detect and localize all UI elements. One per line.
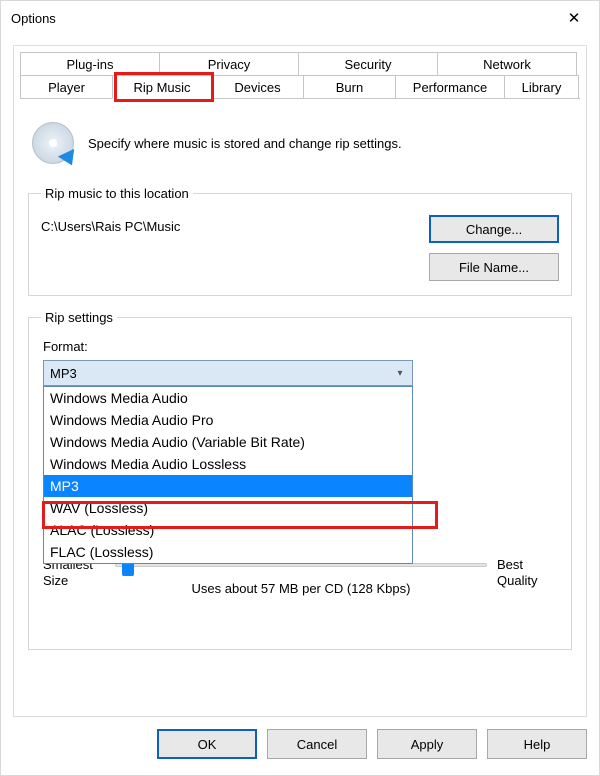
tab-network[interactable]: Network — [437, 52, 577, 76]
tab-performance[interactable]: Performance — [395, 75, 505, 99]
tab-devices[interactable]: Devices — [211, 75, 304, 99]
aq-best-label: Best Quality — [497, 557, 559, 588]
close-icon[interactable]: ✕ — [555, 3, 593, 33]
file-name-button[interactable]: File Name... — [429, 253, 559, 281]
change-button[interactable]: Change... — [429, 215, 559, 243]
format-option-selected[interactable]: MP3 — [44, 475, 412, 497]
format-option[interactable]: WAV (Lossless) — [44, 497, 412, 519]
format-label: Format: — [43, 339, 559, 354]
tab-library[interactable]: Library — [504, 75, 579, 99]
panel-description: Specify where music is stored and change… — [88, 136, 402, 151]
cd-rip-icon — [32, 122, 74, 164]
dialog-buttons: OK Cancel Apply Help — [13, 729, 587, 763]
options-dialog: Options ✕ Plug-ins Privacy Security Netw… — [0, 0, 600, 776]
tab-privacy[interactable]: Privacy — [159, 52, 299, 76]
rip-settings-group: Rip settings Format: MP3 ▾ Windows Media… — [28, 310, 572, 650]
format-combo-display[interactable]: MP3 ▾ — [43, 360, 413, 386]
rip-settings-legend: Rip settings — [41, 310, 117, 325]
format-option[interactable]: Windows Media Audio Lossless — [44, 453, 412, 475]
tab-security[interactable]: Security — [298, 52, 438, 76]
rip-location-legend: Rip music to this location — [41, 186, 193, 201]
tab-rip-music[interactable]: Rip Music — [112, 75, 212, 99]
format-option[interactable]: FLAC (Lossless) — [44, 541, 412, 563]
apply-button[interactable]: Apply — [377, 729, 477, 759]
help-button[interactable]: Help — [487, 729, 587, 759]
dialog-content: Plug-ins Privacy Security Network Player… — [13, 45, 587, 717]
rip-location-group: Rip music to this location C:\Users\Rais… — [28, 186, 572, 296]
format-combo-value: MP3 — [50, 366, 77, 381]
tab-burn[interactable]: Burn — [303, 75, 396, 99]
window-title: Options — [11, 11, 555, 26]
chevron-down-icon[interactable]: ▾ — [389, 362, 411, 384]
audio-quality-caption: Uses about 57 MB per CD (128 Kbps) — [115, 581, 487, 596]
tab-bar: Plug-ins Privacy Security Network Player… — [20, 52, 580, 100]
tab-player[interactable]: Player — [20, 75, 113, 99]
rip-music-panel: Specify where music is stored and change… — [14, 100, 586, 678]
format-option[interactable]: Windows Media Audio Pro — [44, 409, 412, 431]
format-combo[interactable]: MP3 ▾ Windows Media Audio Windows Media … — [43, 360, 413, 386]
format-combo-list: Windows Media Audio Windows Media Audio … — [43, 386, 413, 564]
format-option[interactable]: Windows Media Audio (Variable Bit Rate) — [44, 431, 412, 453]
format-option[interactable]: Windows Media Audio — [44, 387, 412, 409]
rip-location-path: C:\Users\Rais PC\Music — [41, 215, 429, 234]
titlebar[interactable]: Options ✕ — [1, 1, 599, 35]
cancel-button[interactable]: Cancel — [267, 729, 367, 759]
ok-button[interactable]: OK — [157, 729, 257, 759]
tab-plugins[interactable]: Plug-ins — [20, 52, 160, 76]
format-option[interactable]: ALAC (Lossless) — [44, 519, 412, 541]
